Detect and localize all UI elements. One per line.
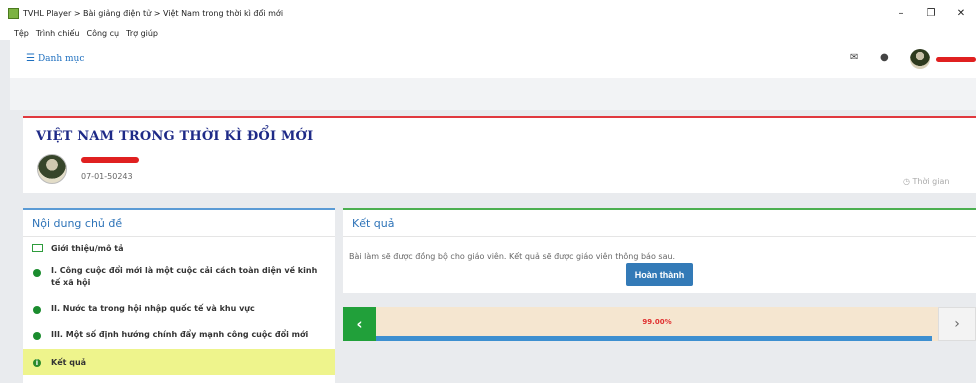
finish-button[interactable]: Hoàn thành <box>626 263 693 286</box>
hamburger-icon: ☰ <box>26 53 35 64</box>
author-avatar <box>37 154 67 184</box>
lesson-title: VIỆT NAM TRONG THỜI KÌ ĐỔI MỚI <box>36 129 314 144</box>
menu-bar: Tệp Trình chiếu Công cụ Trợ giúp <box>0 26 976 40</box>
redacted-author-name <box>81 157 139 163</box>
restore-button[interactable]: ❐ <box>916 0 946 26</box>
progress-label: 99.00% <box>642 318 672 326</box>
info-icon: i <box>33 359 41 367</box>
topic-item-active[interactable]: i Kết quả <box>23 349 335 375</box>
lesson-card: VIỆT NAM TRONG THỜI KÌ ĐỔI MỚI 07-01-502… <box>23 116 976 193</box>
menu-tools[interactable]: Công cụ <box>86 29 119 38</box>
book-icon <box>32 244 43 252</box>
prev-button[interactable]: ‹ <box>343 307 376 341</box>
title-bar: TVHL Player > Bài giảng điện tử > Việt N… <box>0 0 976 26</box>
topic-item[interactable]: II. Nước ta trong hội nhập quốc tế và kh… <box>23 297 335 323</box>
status-dot-icon <box>33 269 41 277</box>
menu-help[interactable]: Trợ giúp <box>126 29 158 38</box>
clock-icon: ◷ <box>903 177 910 186</box>
redacted-username <box>936 57 976 62</box>
result-heading: Kết quả <box>343 210 976 237</box>
mail-icon[interactable]: ✉ <box>850 52 858 63</box>
topic-item[interactable]: III. Một số định hướng chính đẩy mạnh cô… <box>23 323 335 349</box>
result-panel: Kết quả Bài làm sẽ được đồng bộ cho giáo… <box>343 208 976 293</box>
topics-heading: Nội dung chủ đề <box>23 210 335 237</box>
menu-slideshow[interactable]: Trình chiếu <box>36 29 80 38</box>
menu-file[interactable]: Tệp <box>14 29 29 38</box>
catalog-label: Danh mục <box>37 53 85 64</box>
status-dot-icon <box>33 332 41 340</box>
user-avatar[interactable] <box>910 49 930 69</box>
toolbar-strip <box>10 78 976 110</box>
author-code: 07-01-50243 <box>81 172 133 181</box>
window-title: TVHL Player > Bài giảng điện tử > Việt N… <box>23 8 284 18</box>
chevron-right-icon: › <box>954 316 960 332</box>
topic-item[interactable]: I. Công cuộc đổi mới là một cuộc cải các… <box>23 259 335 297</box>
topics-panel: Nội dung chủ đề Giới thiệu/mô tả I. Công… <box>23 208 335 383</box>
topic-item[interactable]: Giới thiệu/mô tả <box>23 237 335 259</box>
window-controls: – ❐ ✕ <box>886 0 976 26</box>
result-message: Bài làm sẽ được đồng bộ cho giáo viên. K… <box>349 252 676 261</box>
chevron-left-icon: ‹ <box>356 315 363 333</box>
progress-bar: 99.00% <box>376 307 938 341</box>
app-icon <box>8 7 19 19</box>
progress-fill <box>376 336 933 341</box>
globe-icon[interactable]: ● <box>880 52 889 63</box>
time-label: ◷ Thời gian <box>903 177 950 186</box>
close-button[interactable]: ✕ <box>946 0 976 26</box>
status-dot-icon <box>33 306 41 314</box>
minimize-button[interactable]: – <box>886 0 916 26</box>
next-button[interactable]: › <box>938 307 976 341</box>
progress-row: ‹ 99.00% › <box>343 307 976 341</box>
catalog-button[interactable]: ☰ Danh mục <box>26 53 84 64</box>
app-header: ☰ Danh mục ✉ ● <box>10 40 976 78</box>
